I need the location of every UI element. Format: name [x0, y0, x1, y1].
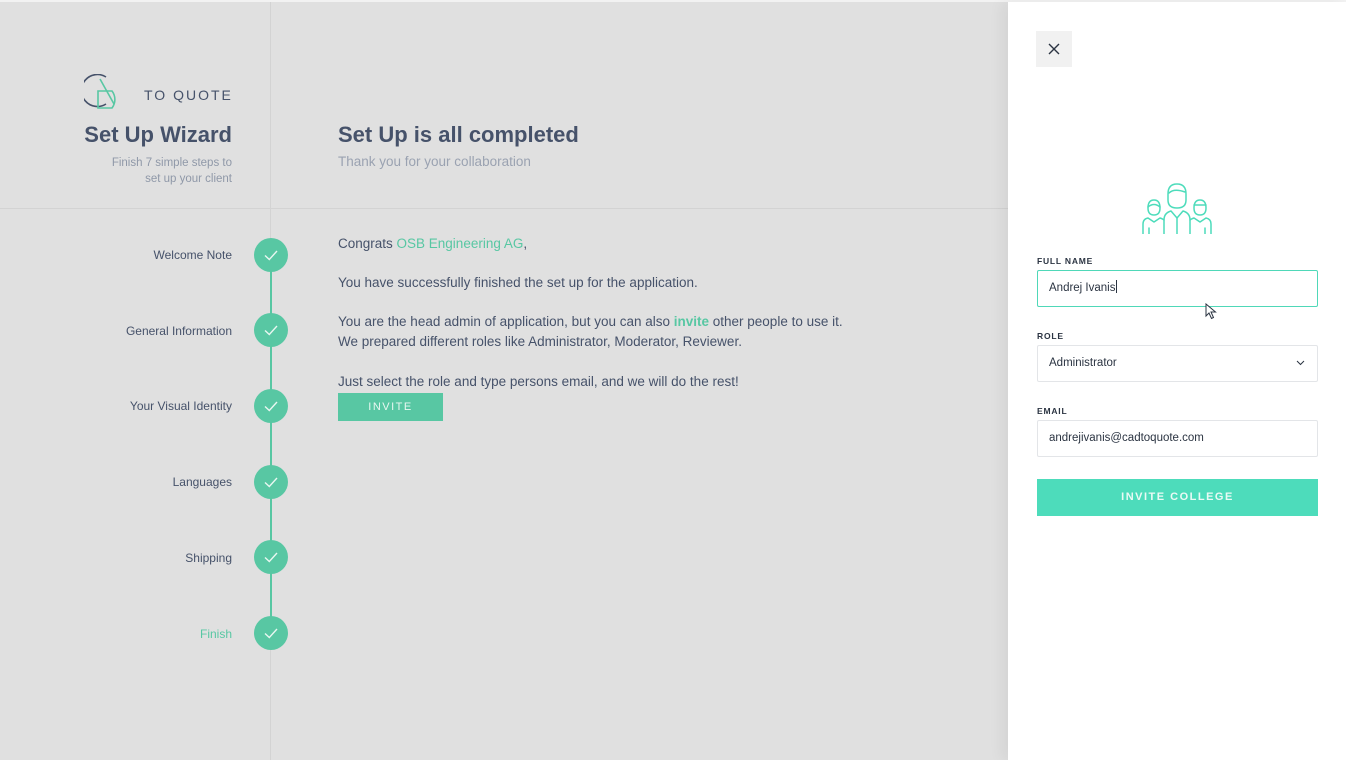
check-icon [264, 401, 278, 412]
mouse-cursor-icon [1205, 303, 1217, 320]
email-label: EMAIL [1037, 406, 1068, 416]
step-label-languages[interactable]: Languages [40, 475, 232, 489]
check-icon [264, 552, 278, 563]
wizard-title: Set Up Wizard [84, 122, 232, 147]
step-check-welcome-note [254, 238, 288, 272]
admin-line-suffix: other people to use it. [709, 314, 843, 329]
roles-line: We prepared different roles like Adminis… [338, 334, 742, 349]
success-line: You have successfully finished the set u… [338, 275, 698, 290]
page-title: Set Up is all completed [338, 122, 579, 147]
role-select[interactable]: Administrator [1037, 345, 1318, 382]
invite-college-button[interactable]: INVITE COLLEGE [1037, 479, 1318, 516]
check-icon [264, 628, 278, 639]
text-caret [1116, 280, 1118, 293]
brand-logo: TO QUOTE [80, 73, 244, 112]
step-check-finish [254, 616, 288, 650]
full-name-input[interactable]: Andrej Ivanis [1037, 270, 1318, 307]
invite-link[interactable]: invite [674, 314, 709, 329]
step-check-shipping [254, 540, 288, 574]
company-name: OSB Engineering AG [396, 236, 524, 251]
close-button[interactable] [1036, 31, 1072, 67]
email-field[interactable]: andrejivanis@cadtoquote.com [1037, 420, 1318, 457]
chevron-down-icon [1296, 360, 1305, 366]
step-label-finish[interactable]: Finish [40, 627, 232, 641]
full-name-value: Andrej Ivanis [1049, 282, 1116, 294]
wizard-subtitle-line1: Finish 7 simple steps to [111, 157, 232, 169]
wizard-subtitle-line2: set up your client [145, 173, 232, 185]
select-line: Just select the role and type persons em… [338, 374, 739, 389]
step-label-shipping[interactable]: Shipping [40, 551, 232, 565]
people-group-icon [1142, 183, 1212, 234]
brand-logo-mark [80, 73, 116, 109]
admin-line: You are the head admin of application, b… [338, 312, 843, 332]
admin-line-prefix: You are the head admin of application, b… [338, 314, 674, 329]
full-name-label: FULL NAME [1037, 256, 1094, 266]
congrats-prefix: Congrats [338, 236, 397, 251]
wizard-subtitle: Finish 7 simple steps to set up your cli… [80, 155, 232, 187]
invite-panel: FULL NAME Andrej Ivanis ROLE Administrat… [1008, 2, 1346, 760]
page-subtitle: Thank you for your collaboration [338, 154, 531, 169]
check-icon [264, 325, 278, 336]
close-icon [1048, 43, 1060, 55]
step-check-general-information [254, 313, 288, 347]
role-value: Administrator [1049, 357, 1117, 369]
check-icon [264, 250, 278, 261]
step-label-general-information[interactable]: General Information [40, 324, 232, 338]
check-icon [264, 477, 278, 488]
step-check-languages [254, 465, 288, 499]
brand-logo-text: TO QUOTE [144, 87, 233, 103]
congrats-line: Congrats OSB Engineering AG, [338, 234, 527, 254]
admin-paragraph: You are the head admin of application, b… [338, 312, 843, 352]
step-label-visual-identity[interactable]: Your Visual Identity [40, 399, 232, 413]
step-check-visual-identity [254, 389, 288, 423]
email-value: andrejivanis@cadtoquote.com [1049, 432, 1204, 444]
step-label-welcome-note[interactable]: Welcome Note [40, 248, 232, 262]
invite-button[interactable]: INVITE [338, 393, 443, 421]
steps-timeline [270, 255, 272, 633]
header-divider [0, 208, 1008, 209]
congrats-suffix: , [523, 236, 528, 251]
role-label: ROLE [1037, 331, 1064, 341]
